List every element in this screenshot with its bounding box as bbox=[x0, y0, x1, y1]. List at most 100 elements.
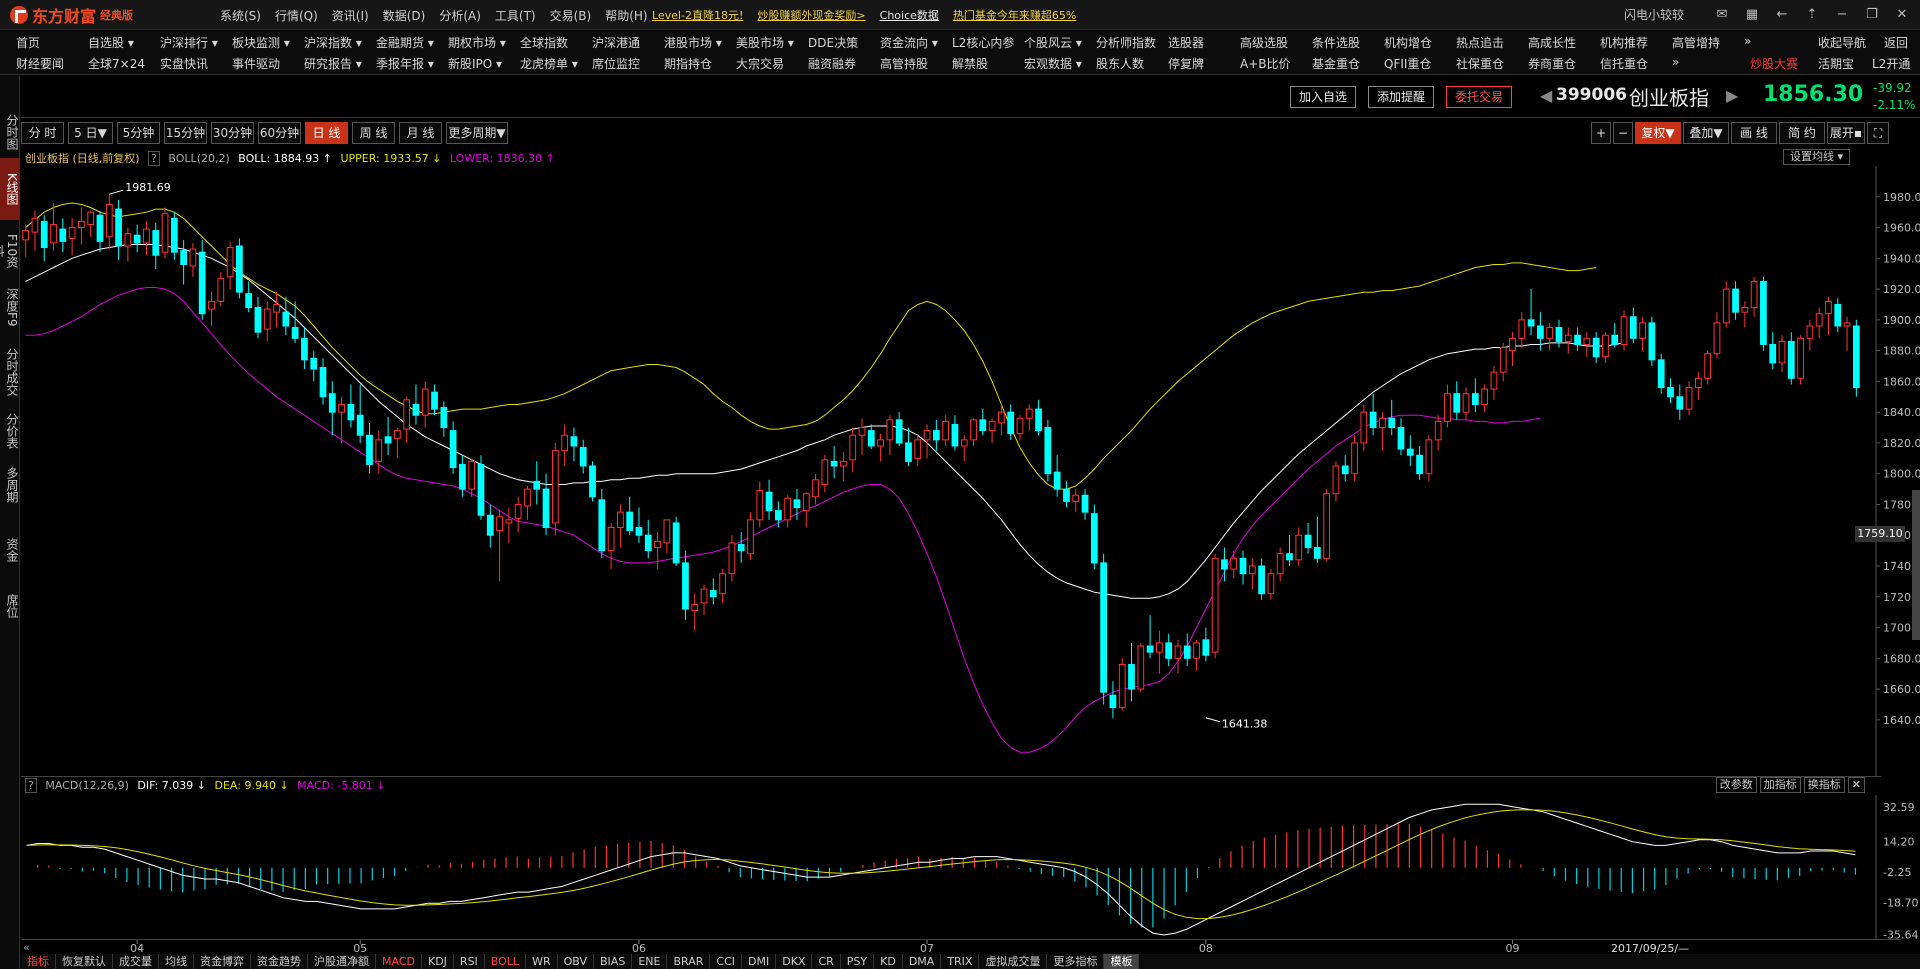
nav-item[interactable]: 板块监测 ▾ bbox=[232, 34, 290, 51]
left-tab[interactable]: F10资料 bbox=[0, 226, 19, 276]
indicator-tab[interactable]: CCI bbox=[710, 954, 742, 969]
nav-item[interactable]: 事件驱动 bbox=[232, 55, 280, 72]
indicator-tab[interactable]: 资金趋势 bbox=[251, 954, 308, 969]
back-arrow-icon[interactable]: ← bbox=[1774, 7, 1790, 22]
nav-item[interactable]: 个股风云 ▾ bbox=[1024, 34, 1082, 51]
indicator-tab[interactable]: TRIX bbox=[941, 954, 980, 969]
period-button[interactable]: 5分钟 bbox=[117, 122, 160, 144]
nav-item[interactable]: 停复牌 bbox=[1168, 55, 1204, 72]
nav-item[interactable]: 返回 bbox=[1884, 34, 1908, 51]
left-tab[interactable]: 分时图 bbox=[0, 110, 19, 154]
indicator-tab[interactable]: 均线 bbox=[159, 954, 194, 969]
nav-item[interactable]: 基金重仓 bbox=[1312, 55, 1360, 72]
chart-tool-button[interactable]: + bbox=[1591, 122, 1611, 144]
nav-item[interactable]: 高级选股 bbox=[1240, 34, 1288, 51]
next-stock-icon[interactable]: ▶ bbox=[1726, 86, 1738, 105]
nav-item[interactable]: 机构推荐 bbox=[1600, 34, 1648, 51]
menu-item[interactable]: 数据(D) bbox=[383, 7, 426, 24]
nav-item[interactable]: 全球指数 bbox=[520, 34, 568, 51]
indicator-tab[interactable]: DMI bbox=[742, 954, 777, 969]
indicator-tab[interactable]: BIAS bbox=[594, 954, 633, 969]
left-tab[interactable]: 深度F9 bbox=[0, 282, 19, 332]
indicator-tab[interactable]: 模板 bbox=[1104, 954, 1140, 969]
menu-item[interactable]: 分析(A) bbox=[439, 7, 481, 24]
indicator-tab[interactable]: CR bbox=[812, 954, 841, 969]
nav-item[interactable]: 自选股 ▾ bbox=[88, 34, 134, 51]
nav-item[interactable]: A+B比价 bbox=[1240, 55, 1291, 72]
left-tab[interactable]: 资金 bbox=[0, 530, 19, 570]
menu-item[interactable]: 交易(B) bbox=[550, 7, 592, 24]
chart-tool-button[interactable]: 复权▼ bbox=[1635, 122, 1681, 144]
indicator-tab[interactable]: 沪股通净额 bbox=[308, 954, 376, 969]
indicator-tab[interactable]: 更多指标 bbox=[1047, 954, 1105, 969]
nav-item[interactable]: 高管增持 bbox=[1672, 34, 1720, 51]
set-ma-button[interactable]: 设置均线 ▾ bbox=[1782, 149, 1850, 165]
menu-item[interactable]: 帮助(H) bbox=[605, 7, 647, 24]
minimize-icon[interactable]: − bbox=[1834, 7, 1850, 22]
nav-item[interactable]: 热点追击 bbox=[1456, 34, 1504, 51]
nav-item[interactable]: 收起导航 bbox=[1818, 34, 1866, 51]
macd-option-button[interactable]: 改参数 bbox=[1715, 777, 1757, 793]
nav-item[interactable]: 选股器 bbox=[1168, 34, 1204, 51]
up-arrow-icon[interactable]: ⇡ bbox=[1804, 7, 1820, 22]
menu-item[interactable]: 系统(S) bbox=[220, 7, 261, 24]
menu-item[interactable]: 资讯(I) bbox=[332, 7, 369, 24]
nav-item[interactable]: 分析师指数 bbox=[1096, 34, 1156, 51]
macd-indicator-name[interactable]: MACD(12,26,9) bbox=[45, 779, 129, 792]
nav-item[interactable]: » bbox=[1672, 55, 1679, 69]
left-tab[interactable]: 分时成交 bbox=[0, 342, 19, 402]
add-watchlist-button[interactable]: 加入自选 bbox=[1290, 86, 1357, 108]
nav-item[interactable]: 财经要闻 bbox=[16, 55, 64, 72]
indicator-name[interactable]: BOLL(20,2) bbox=[168, 152, 229, 165]
indicator-tab[interactable]: BOLL bbox=[485, 954, 527, 969]
period-button[interactable]: 月 线 bbox=[399, 122, 442, 144]
menu-item[interactable]: 行情(Q) bbox=[275, 7, 318, 24]
indicator-tab[interactable]: ENE bbox=[632, 954, 668, 969]
period-button[interactable]: 日 线 bbox=[305, 122, 348, 144]
indicator-tab[interactable]: 成交量 bbox=[113, 954, 159, 969]
nav-item[interactable]: 社保重仓 bbox=[1456, 55, 1504, 72]
nav-item[interactable]: 席位监控 bbox=[592, 55, 640, 72]
period-button[interactable]: 30分钟 bbox=[211, 122, 254, 144]
chart-tool-button[interactable]: 展开▪ bbox=[1827, 122, 1865, 144]
macd-option-button[interactable]: 加指标 bbox=[1759, 777, 1801, 793]
left-tab[interactable]: K线图 bbox=[0, 158, 19, 220]
promo-link[interactable]: Choice数据 bbox=[880, 7, 939, 23]
promo-link[interactable]: 炒股赚额外现金奖励> bbox=[757, 7, 865, 23]
nav-item[interactable]: 港股市场 ▾ bbox=[664, 34, 722, 51]
trade-button[interactable]: 委托交易 bbox=[1446, 86, 1513, 108]
left-tab[interactable]: 分价表 bbox=[0, 408, 19, 454]
nav-item[interactable]: 机构增仓 bbox=[1384, 34, 1432, 51]
nav-item[interactable]: L2开通 bbox=[1872, 55, 1910, 72]
nav-item[interactable]: 金融期货 ▾ bbox=[376, 34, 434, 51]
indicator-tab[interactable]: DMA bbox=[903, 954, 942, 969]
indicator-tab[interactable]: BRAR bbox=[667, 954, 711, 969]
macd-option-button[interactable]: 换指标 bbox=[1803, 777, 1845, 793]
nav-item[interactable]: 高管持股 bbox=[880, 55, 928, 72]
nav-item[interactable]: 资金流向 ▾ bbox=[880, 34, 938, 51]
scroll-left-icon[interactable]: « bbox=[23, 941, 30, 954]
macd-help-icon[interactable]: ? bbox=[25, 778, 37, 793]
promo-link[interactable]: 热门基金今年来赚超65% bbox=[953, 7, 1076, 23]
indicator-tab[interactable]: RSI bbox=[454, 954, 485, 969]
indicator-tab[interactable]: OBV bbox=[558, 954, 595, 969]
nav-item[interactable]: 全球7×24 bbox=[88, 55, 145, 72]
nav-item[interactable]: 高成长性 bbox=[1528, 34, 1576, 51]
nav-item[interactable]: L2核心内参 bbox=[952, 34, 1014, 51]
period-button[interactable]: 周 线 bbox=[352, 122, 395, 144]
nav-item[interactable]: » bbox=[1744, 34, 1751, 48]
nav-item[interactable]: 期权市场 ▾ bbox=[448, 34, 506, 51]
nav-item[interactable]: 融资融券 bbox=[808, 55, 856, 72]
left-tab[interactable]: 多周期 bbox=[0, 462, 19, 508]
nav-item[interactable]: 美股市场 ▾ bbox=[736, 34, 794, 51]
nav-item[interactable]: 季报年报 ▾ bbox=[376, 55, 434, 72]
nav-item[interactable]: 沪深港通 bbox=[592, 34, 640, 51]
nav-item[interactable]: 股东人数 bbox=[1096, 55, 1144, 72]
prev-stock-icon[interactable]: ◀ bbox=[1540, 86, 1552, 105]
nav-item[interactable]: 沪深排行 ▾ bbox=[160, 34, 218, 51]
user-name[interactable]: 闪电小较较 bbox=[1624, 6, 1684, 23]
right-scroll-handle[interactable] bbox=[1912, 490, 1920, 640]
period-button[interactable]: 分 时 bbox=[21, 122, 64, 144]
nav-item[interactable]: 实盘快讯 bbox=[160, 55, 208, 72]
indicator-tab[interactable]: KDJ bbox=[422, 954, 454, 969]
